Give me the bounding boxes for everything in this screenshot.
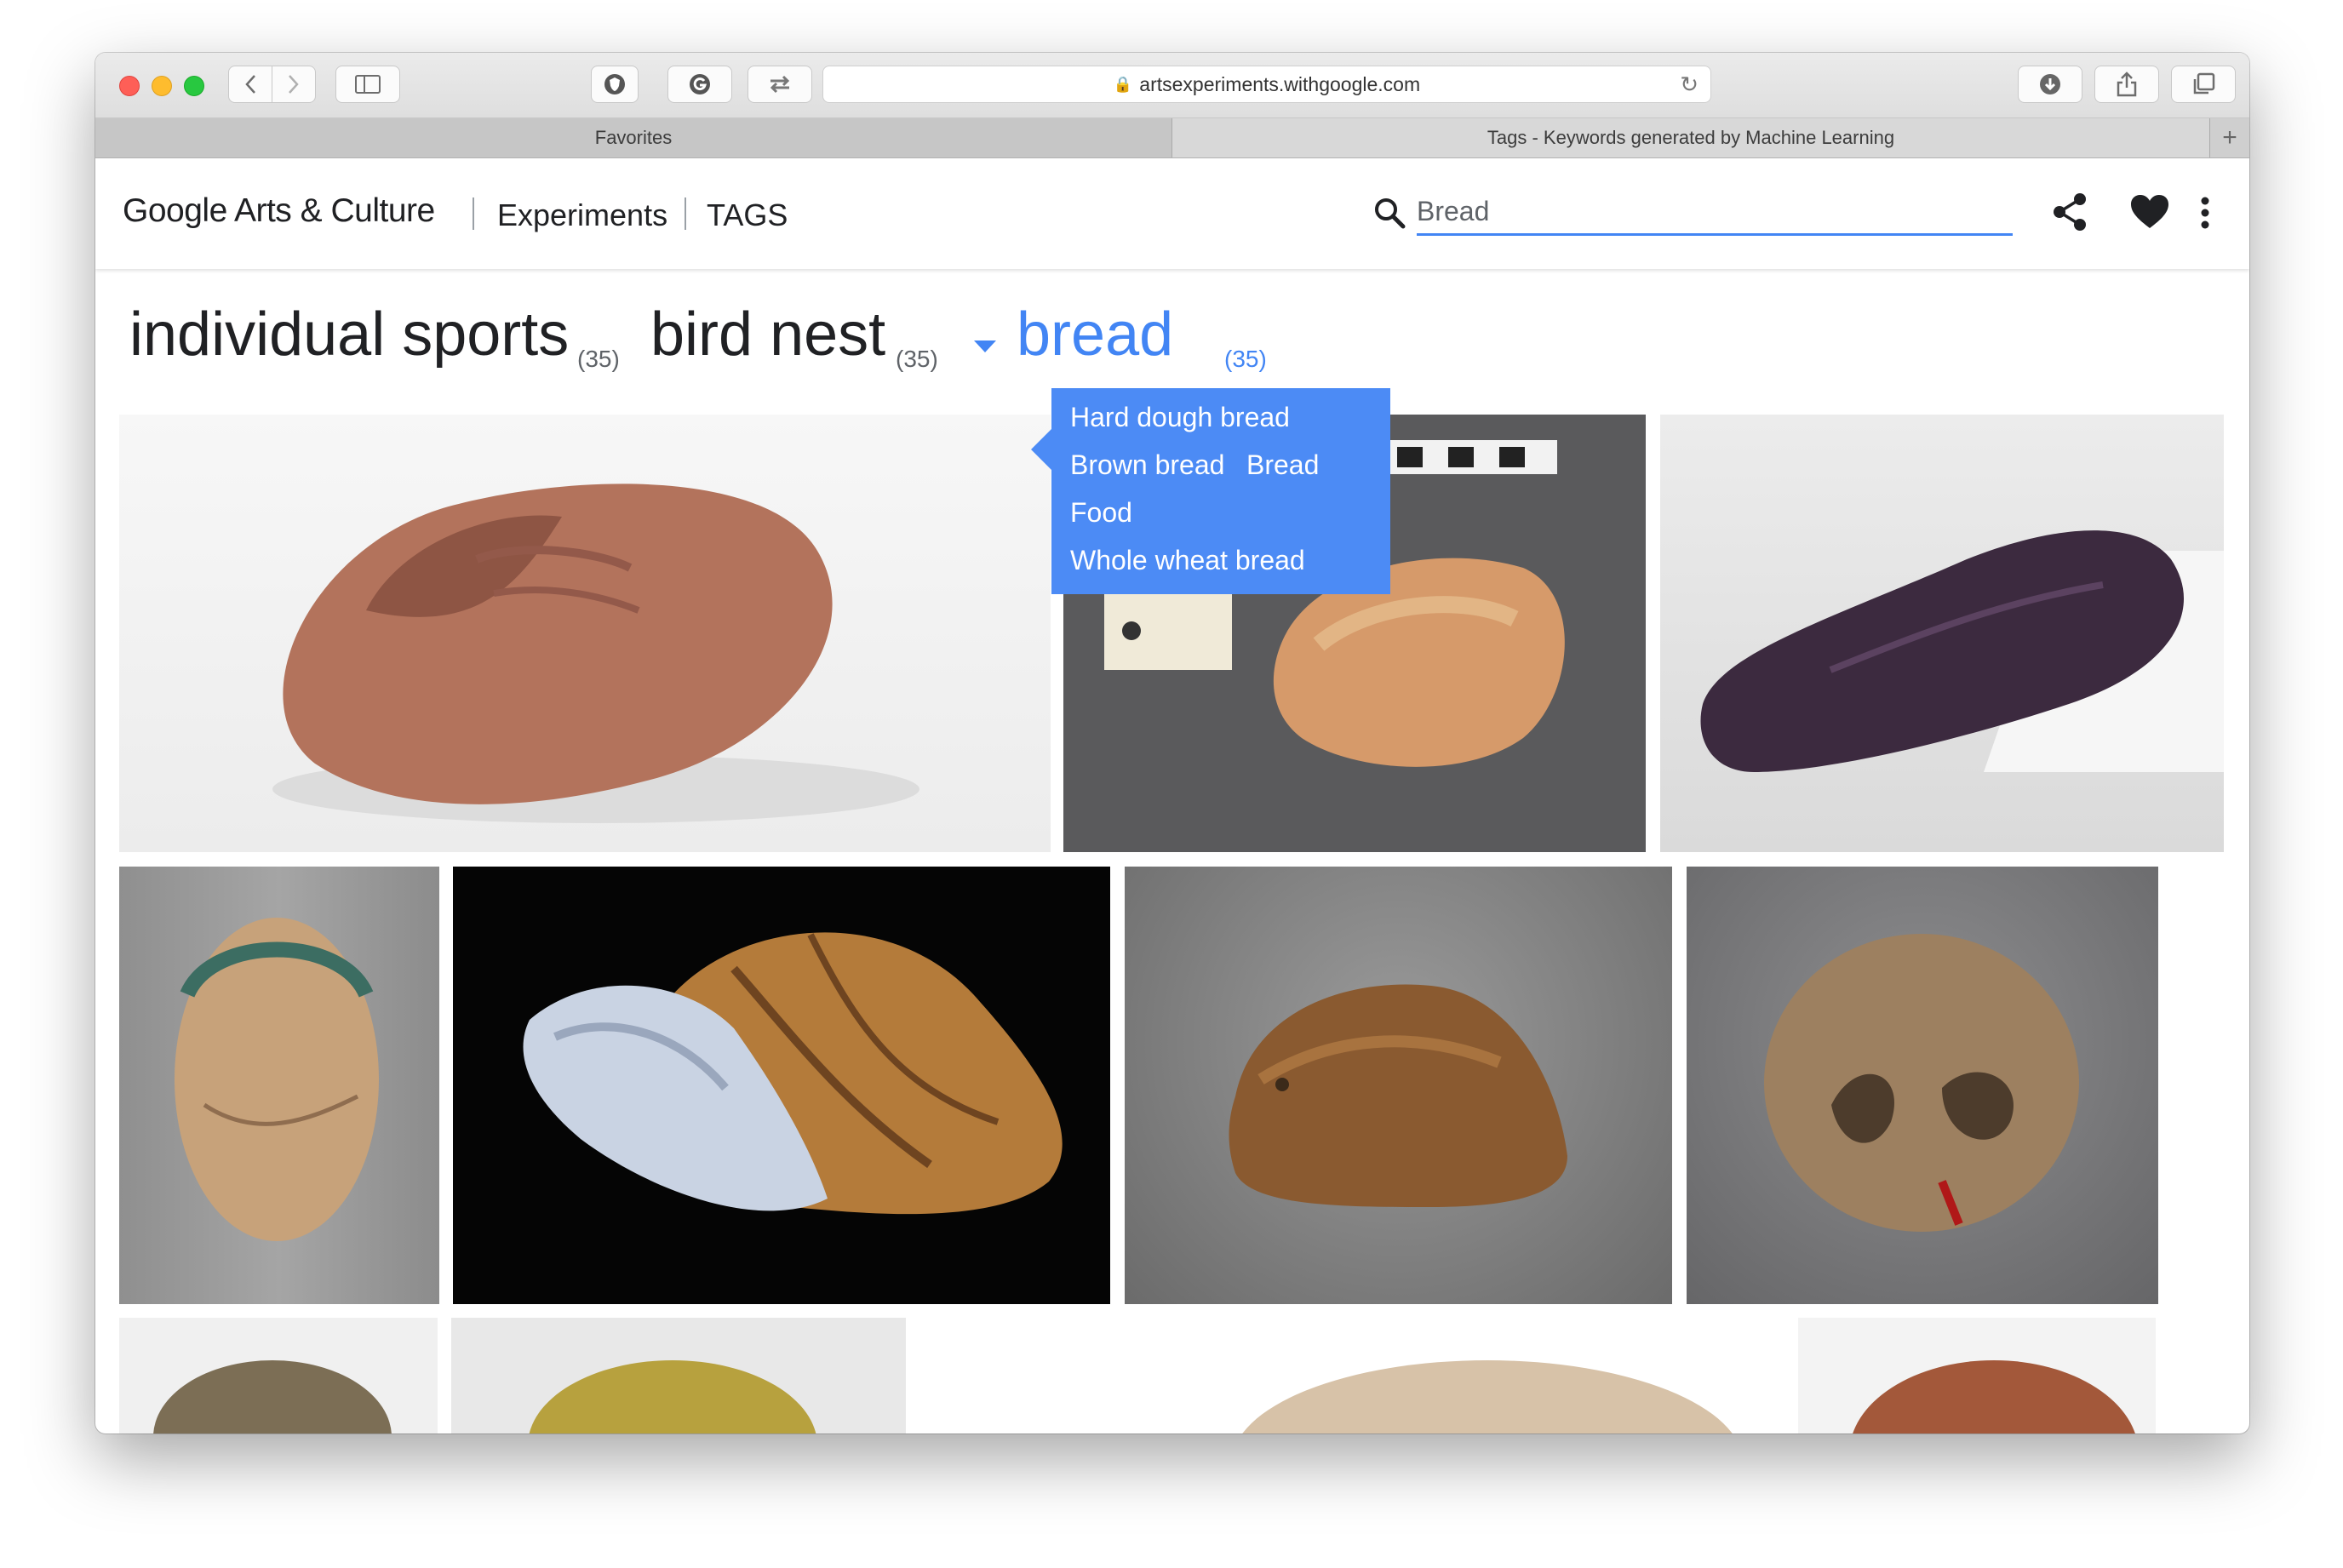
grammarly-extension-button[interactable]	[667, 66, 732, 103]
experiments-link[interactable]: Experiments	[497, 197, 667, 233]
artwork-thumbnail	[1853, 1360, 2135, 1434]
artwork-image[interactable]	[453, 867, 1110, 1304]
grammarly-icon	[690, 74, 710, 94]
artwork-image[interactable]	[1687, 867, 2158, 1304]
lock-icon: 🔒	[1113, 75, 1133, 93]
artwork-image[interactable]	[1125, 867, 1672, 1304]
tag-bird-nest[interactable]: bird nest	[650, 300, 885, 369]
artwork-thumbnail	[153, 1360, 392, 1434]
tab-tags[interactable]: Tags - Keywords generated by Machine Lea…	[1172, 118, 2209, 157]
back-button[interactable]	[228, 66, 272, 103]
suggestion-item[interactable]: Hard dough bread	[1070, 402, 1290, 433]
snail-shell-image	[523, 932, 1063, 1215]
artwork-thumbnail	[1242, 1360, 1733, 1434]
suggestion-item[interactable]: Food	[1070, 497, 1132, 529]
address-bar[interactable]: 🔒 artsexperiments.withgoogle.com ↻	[822, 66, 1711, 103]
search-input[interactable]	[1417, 189, 2013, 236]
artwork-image[interactable]	[119, 1318, 438, 1434]
chevron-left-icon	[245, 75, 255, 94]
header-divider	[473, 197, 474, 230]
reload-icon[interactable]: ↻	[1680, 72, 1699, 98]
purple-stone-image	[1700, 530, 2224, 772]
address-bar-url: artsexperiments.withgoogle.com	[1139, 72, 1421, 95]
header-divider	[685, 197, 686, 230]
caret-down-icon[interactable]	[972, 339, 998, 354]
share-page-button[interactable]	[2094, 66, 2159, 103]
tag-count: (35)	[577, 346, 620, 372]
tag-suggestion-popup: Hard dough bread Brown bread Bread Food …	[1031, 388, 1390, 594]
browser-window: 🔒 artsexperiments.withgoogle.com ↻ Favor…	[95, 53, 2249, 1434]
new-tab-button[interactable]: +	[2209, 118, 2249, 157]
tab-label: Tags - Keywords generated by Machine Lea…	[1487, 127, 1895, 148]
bread-stone-image	[272, 484, 919, 823]
suggestion-item[interactable]: Whole wheat bread	[1070, 545, 1305, 576]
artwork-image[interactable]	[119, 867, 439, 1304]
tag-count: (35)	[896, 346, 938, 372]
forward-button[interactable]	[272, 66, 316, 103]
more-vert-icon[interactable]	[2200, 196, 2210, 230]
zoom-window-button[interactable]	[184, 76, 204, 96]
tabs-icon	[2193, 72, 2215, 94]
browser-toolbar: 🔒 artsexperiments.withgoogle.com ↻	[95, 53, 2249, 118]
tab-label: Favorites	[594, 127, 673, 148]
minimize-window-button[interactable]	[152, 76, 172, 96]
section-title: TAGS	[707, 197, 788, 232]
suggestion-item[interactable]: Brown bread	[1070, 449, 1224, 481]
sidebar-icon	[355, 75, 381, 94]
heart-icon[interactable]	[2130, 194, 2169, 230]
chevron-right-icon	[289, 75, 299, 94]
privacy-extension-button[interactable]	[591, 66, 639, 103]
site-header: Google Arts & Culture Experiments TAGS	[95, 158, 2249, 269]
tag-individual-sports[interactable]: individual sports	[129, 300, 569, 369]
plus-icon: +	[2222, 123, 2237, 152]
artwork-image[interactable]	[1660, 415, 2224, 852]
popup-arrow	[1031, 429, 1051, 470]
brand-logo[interactable]: Google Arts & Culture	[123, 192, 435, 230]
tab-favorites[interactable]: Favorites	[95, 118, 1172, 157]
artwork-thumbnail	[529, 1360, 816, 1434]
tag-count: (35)	[1224, 346, 1267, 372]
transfer-extension-button[interactable]	[748, 66, 812, 103]
share-icon[interactable]	[2052, 192, 2089, 232]
round-bread-image	[1764, 934, 2079, 1232]
artwork-image[interactable]	[451, 1318, 906, 1434]
share-sheet-icon	[2117, 72, 2137, 97]
sidebar-toggle-button[interactable]	[335, 66, 400, 103]
artwork-image[interactable]	[1155, 1318, 1836, 1434]
suggestion-item[interactable]: Bread	[1246, 449, 1319, 481]
tab-overview-button[interactable]	[2171, 66, 2236, 103]
scarab-image	[175, 918, 379, 1241]
search-icon[interactable]	[1372, 196, 1408, 232]
rough-bread-image	[1229, 984, 1567, 1207]
downloads-button[interactable]	[2018, 66, 2082, 103]
artwork-image[interactable]	[119, 415, 1051, 852]
tag-bread[interactable]: bread	[1017, 300, 1173, 369]
close-window-button[interactable]	[119, 76, 140, 96]
tab-bar: Favorites Tags - Keywords generated by M…	[95, 118, 2249, 158]
download-icon	[2040, 74, 2060, 94]
swap-arrows-icon	[770, 75, 790, 94]
artwork-image[interactable]	[1798, 1318, 2156, 1434]
shield-icon	[604, 74, 625, 94]
